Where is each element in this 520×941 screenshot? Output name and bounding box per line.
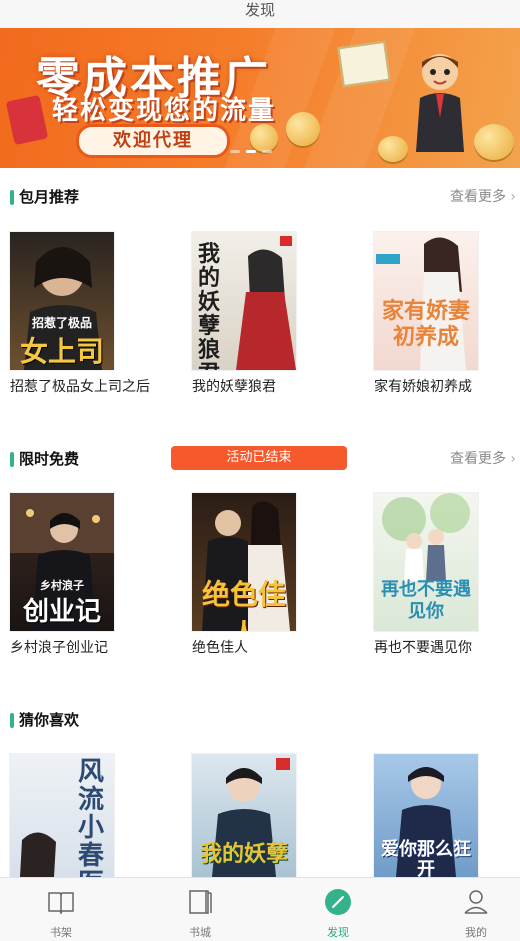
coin-icon (378, 136, 408, 162)
tab-bookstore[interactable]: 书城 (150, 878, 250, 941)
chevron-right-icon: › (510, 451, 516, 467)
cover-title: 爱你那么狂开 (381, 839, 471, 878)
tab-label: 书架 (50, 926, 72, 939)
cover-title: 我的妖孽 (199, 841, 288, 867)
cover-title: 家有娇妻初养成 (381, 298, 470, 350)
book-cover: 风流小春医 (10, 754, 114, 877)
book-cover: 家有娇妻初养成 (374, 232, 478, 370)
user-icon (464, 890, 488, 914)
section-title: 限时免费 (19, 450, 80, 468)
page-title: 发现 (244, 1, 275, 19)
book-open-icon (48, 892, 74, 915)
cover-title: 我的妖孽狼君 (198, 241, 221, 370)
book-icon (337, 40, 391, 88)
cover-title: 女上司 (19, 335, 104, 368)
book-cover: 乡村浪子 创业记 (10, 493, 114, 631)
tab-label: 我的 (465, 926, 487, 939)
book-cover: 我的妖孽狼君 (192, 232, 296, 370)
section-accent-bar (10, 190, 14, 205)
tab-discover[interactable]: 发现 (288, 878, 388, 941)
book-cover: 绝色佳人 (192, 493, 296, 631)
see-more-label: 查看更多 (450, 189, 506, 205)
book-title: 乡村浪子创业记 (10, 640, 108, 656)
book-cover: 我的妖孽 (192, 754, 296, 877)
bottom-tab-bar: 书架 书城 发现 我的 (0, 877, 520, 941)
carousel-dot-active (246, 150, 256, 153)
tab-label: 发现 (327, 926, 349, 939)
book-cover: 招惹了极品 女上司 (10, 232, 114, 370)
banner-subline: 轻松变现您的流量 (52, 96, 277, 126)
see-more-link[interactable]: 查看更多 › (450, 186, 516, 208)
businessman-icon (416, 54, 464, 152)
book-title: 招惹了极品女上司之后 (10, 379, 150, 395)
book-title: 家有娇娘初养成 (374, 379, 472, 395)
status-badge: 活动已结束 (171, 446, 347, 470)
compass-icon (325, 889, 351, 915)
book-title: 我的妖孽狼君 (192, 379, 276, 395)
cover-title: 风流小春医 (77, 757, 104, 877)
tab-profile[interactable]: 我的 (426, 878, 520, 941)
top-bar: 发现 (0, 0, 520, 28)
section-header-free: 限时免费 活动已结束 查看更多 › (0, 446, 520, 472)
carousel-dot (262, 150, 272, 153)
see-more-label: 查看更多 (450, 451, 506, 467)
chevron-right-icon: › (510, 189, 516, 205)
cover-subtitle: 招惹了极品 (31, 316, 92, 330)
section-accent-bar (10, 713, 14, 728)
book-title: 绝色佳人 (192, 640, 248, 656)
section-accent-bar (10, 452, 14, 467)
section-header-monthly: 包月推荐 查看更多 › (0, 186, 520, 210)
banner-cta[interactable]: 欢迎代理 (76, 124, 230, 158)
cover-title: 创业记 (22, 597, 101, 627)
book-closed-icon (189, 890, 212, 914)
book-title: 再也不要遇见你 (374, 640, 472, 656)
cover-title: 再也不要遇见你 (381, 579, 471, 622)
tab-bookshelf[interactable]: 书架 (11, 878, 111, 941)
section-header-guess: 猜你喜欢 (0, 709, 520, 733)
coin-icon (250, 124, 278, 152)
carousel-dot (230, 150, 240, 153)
carousel-indicator (230, 150, 272, 153)
see-more-link[interactable]: 查看更多 › (450, 448, 516, 470)
cover-title: 绝色佳人 (201, 578, 286, 631)
book-cover: 再也不要遇见你 (374, 493, 478, 631)
book-cover: 爱你那么狂开 (374, 754, 478, 877)
tab-label: 书城 (189, 926, 211, 939)
coin-icon (474, 124, 514, 160)
section-title: 包月推荐 (19, 188, 80, 206)
section-title: 猜你喜欢 (19, 711, 80, 729)
coin-icon (286, 112, 320, 146)
promo-banner[interactable]: 零成本推广 轻松变现您的流量 欢迎代理 (0, 28, 520, 168)
